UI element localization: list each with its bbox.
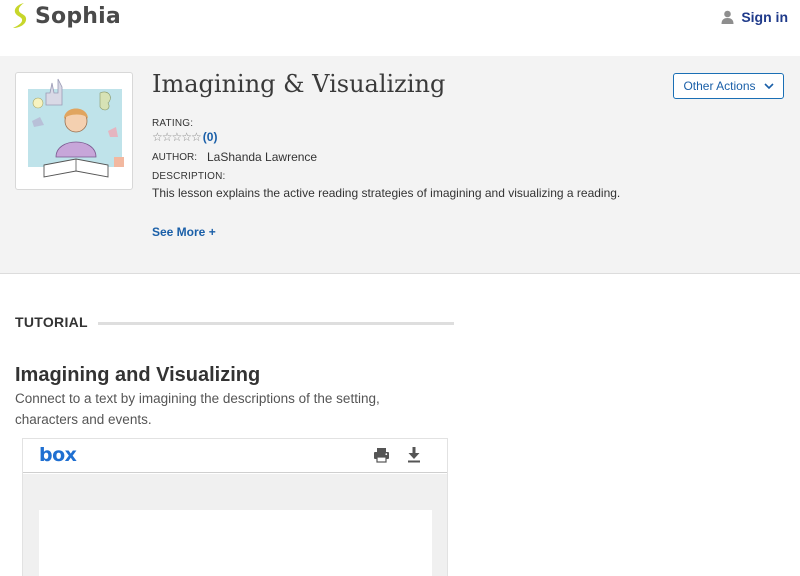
sophia-logo-icon (13, 3, 27, 28)
divider (98, 322, 454, 325)
lesson-title: Imagining & Visualizing (152, 70, 446, 98)
author-label: AUTHOR: (152, 152, 197, 163)
brand-name: Sophia (35, 3, 121, 29)
tutorial-description: Connect to a text by imagining the descr… (15, 391, 380, 427)
print-icon[interactable] (373, 447, 390, 463)
top-bar: Sophia Sign in (0, 0, 800, 56)
chevron-down-icon (763, 83, 774, 89)
download-icon[interactable] (407, 446, 421, 463)
tutorial-heading: TUTORIAL (15, 314, 88, 330)
user-icon (721, 10, 734, 24)
description-label: DESCRIPTION: (152, 171, 226, 182)
lesson-illustration-icon (28, 78, 124, 178)
sign-in-link[interactable]: Sign in (721, 9, 788, 25)
document-preview-area[interactable] (23, 474, 447, 576)
box-logo[interactable]: box (39, 444, 77, 466)
sign-in-label: Sign in (741, 9, 788, 25)
other-actions-label: Other Actions (683, 79, 756, 93)
sophia-logo[interactable]: Sophia (10, 2, 121, 30)
document-page (39, 510, 432, 576)
tutorial-title: Imagining and Visualizing (15, 364, 261, 386)
author-row: AUTHOR: LaShanda Lawrence (152, 150, 317, 164)
see-more-link[interactable]: See More + (152, 225, 216, 239)
box-toolbar: box (23, 439, 447, 473)
rating-label: RATING: (152, 118, 194, 129)
rating-count[interactable]: (0) (203, 130, 218, 144)
lesson-header: Imagining & Visualizing Other Actions RA… (0, 56, 800, 274)
author-name: LaShanda Lawrence (207, 150, 318, 164)
other-actions-dropdown[interactable]: Other Actions (673, 73, 784, 99)
box-document-viewer: box (22, 438, 448, 576)
lesson-thumbnail (15, 72, 133, 190)
rating[interactable]: ☆☆☆☆☆ (0) (152, 130, 217, 144)
star-rating-icon[interactable]: ☆☆☆☆☆ (152, 130, 202, 144)
lesson-description: This lesson explains the active reading … (152, 186, 621, 200)
